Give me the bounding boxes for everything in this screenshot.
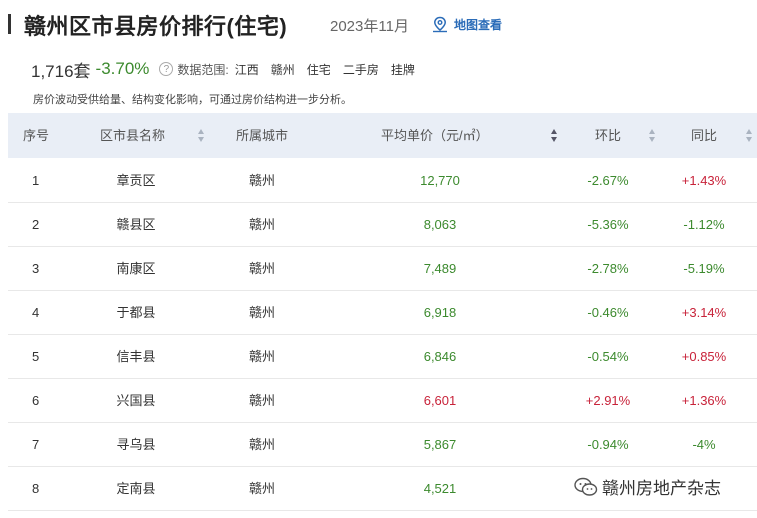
city-cell: 赣州 <box>248 305 275 320</box>
mom-change-cell: -2.67% <box>587 173 629 188</box>
city-cell: 赣州 <box>248 173 275 188</box>
column-header-price[interactable]: 平均单价（元/㎡） <box>381 113 489 158</box>
price-cell: 7,489 <box>423 261 457 276</box>
data-note: 房价波动受供给量、结构变化影响，可通过房价结构进一步分析。 <box>33 94 352 106</box>
sort-icon[interactable] <box>551 129 558 142</box>
mom-change-cell: +2.91% <box>585 393 631 408</box>
district-name-cell: 于都县 <box>116 305 156 320</box>
overall-change: -3.70% <box>95 59 150 78</box>
table-row[interactable]: 7 寻乌县 赣州 5,867 -0.94% -4% <box>8 423 757 467</box>
district-name-cell: 定南县 <box>116 481 156 496</box>
mom-change-cell: -5.36% <box>587 217 629 232</box>
rank-cell: 2 <box>32 217 40 232</box>
scope-tag-market: 二手房 <box>342 62 379 77</box>
mom-change-cell: -0.46% <box>587 305 629 320</box>
price-cell: 12,770 <box>420 173 460 188</box>
price-cell: 8,063 <box>423 217 457 232</box>
price-cell: 6,601 <box>423 393 457 408</box>
page-title: 赣州区市县房价排行(住宅) <box>24 14 288 39</box>
district-name-cell: 南康区 <box>116 261 156 276</box>
district-name-cell: 信丰县 <box>116 349 156 364</box>
map-pin-icon <box>433 16 447 33</box>
scope-tag-province: 江西 <box>234 62 259 77</box>
column-header-district[interactable]: 区市县名称 <box>100 113 165 158</box>
mom-change-cell: -2.78% <box>587 261 629 276</box>
map-view-link[interactable]: 地图查看 <box>431 16 502 33</box>
table-row[interactable]: 2 赣县区 赣州 8,063 -5.36% -1.12% <box>8 203 757 247</box>
rank-cell: 4 <box>32 305 40 320</box>
city-cell: 赣州 <box>248 217 275 232</box>
table-row[interactable]: 6 兴国县 赣州 6,601 +2.91% +1.36% <box>8 379 757 423</box>
district-name-cell: 寻乌县 <box>116 437 156 452</box>
listing-count: 1,716套 <box>31 61 91 81</box>
city-cell: 赣州 <box>248 481 275 496</box>
city-cell: 赣州 <box>248 393 275 408</box>
yoy-change-cell: -5.19% <box>683 261 725 276</box>
summary-bar: 1,716套 -3.70% ? 数据范围: 江西 赣州 住宅 二手房 挂牌 <box>31 56 415 82</box>
city-cell: 赣州 <box>248 437 275 452</box>
sort-icon[interactable] <box>649 129 656 142</box>
yoy-change-cell: -1.12% <box>683 217 725 232</box>
yoy-change-cell: -4% <box>692 437 716 452</box>
page-header: 赣州区市县房价排行(住宅) 2023年11月 地图查看 <box>0 0 757 50</box>
price-cell: 5,867 <box>423 437 457 452</box>
rank-cell: 5 <box>32 349 40 364</box>
rank-cell: 6 <box>32 393 40 408</box>
table-row[interactable]: 3 南康区 赣州 7,489 -2.78% -5.19% <box>8 247 757 291</box>
map-view-label: 地图查看 <box>454 18 503 32</box>
city-cell: 赣州 <box>248 261 275 276</box>
rank-cell: 1 <box>32 173 40 188</box>
sort-icon[interactable] <box>198 129 205 142</box>
column-header-yoy[interactable]: 同比 <box>691 113 717 158</box>
rank-cell: 3 <box>32 261 40 276</box>
watermark: 赣州房地产杂志 <box>574 474 721 499</box>
scope-tag-source: 挂牌 <box>390 62 415 77</box>
city-cell: 赣州 <box>248 349 275 364</box>
column-header-rank: 序号 <box>23 128 50 143</box>
yoy-change-cell: +0.85% <box>681 349 727 364</box>
column-header-mom[interactable]: 环比 <box>595 113 621 158</box>
table-row[interactable]: 1 章贡区 赣州 12,770 -2.67% +1.43% <box>8 159 757 203</box>
mom-change-cell: -0.94% <box>587 437 629 452</box>
rank-cell: 8 <box>32 481 40 496</box>
yoy-change-cell: +3.14% <box>681 305 727 320</box>
sort-icon[interactable] <box>746 129 753 142</box>
price-cell: 4,521 <box>423 481 457 496</box>
district-name-cell: 章贡区 <box>116 173 156 188</box>
price-cell: 6,918 <box>423 305 457 320</box>
mom-change-cell: -0.54% <box>587 349 629 364</box>
question-circle-icon[interactable]: ? <box>159 62 174 76</box>
table-row[interactable]: 4 于都县 赣州 6,918 -0.46% +3.14% <box>8 291 757 335</box>
wechat-icon <box>574 477 598 496</box>
district-name-cell: 兴国县 <box>116 393 156 408</box>
district-name-cell: 赣县区 <box>116 217 156 232</box>
column-header-city: 所属城市 <box>236 128 289 143</box>
table-row[interactable]: 5 信丰县 赣州 6,846 -0.54% +0.85% <box>8 335 757 379</box>
scope-tag-type: 住宅 <box>306 62 331 77</box>
rank-cell: 7 <box>32 437 40 452</box>
yoy-change-cell: +1.43% <box>681 173 727 188</box>
title-accent-bar <box>8 14 11 34</box>
report-date: 2023年11月 <box>330 18 409 35</box>
price-cell: 6,846 <box>423 349 457 364</box>
yoy-change-cell: +1.36% <box>681 393 727 408</box>
table-header: 序号 区市县名称 所属城市 平均单价（元/㎡） 环比 同比 <box>8 113 757 158</box>
scope-tag-city: 赣州 <box>270 62 295 77</box>
watermark-text: 赣州房地产杂志 <box>602 479 721 498</box>
scope-label: 数据范围: <box>177 62 229 77</box>
